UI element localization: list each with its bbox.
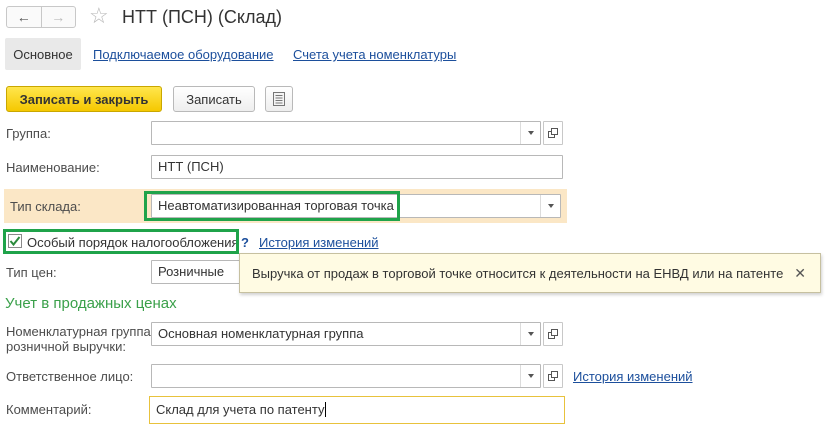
open-window-icon [548, 329, 558, 339]
navigation-buttons: ← → [6, 6, 76, 28]
chevron-down-icon [527, 131, 534, 135]
tab-main[interactable]: Основное [5, 38, 81, 70]
help-icon[interactable]: ? [241, 235, 249, 250]
annotation-frame-special-taxation [3, 229, 239, 254]
save-button[interactable]: Записать [173, 86, 255, 112]
comment-value: Склад для учета по патенту [156, 402, 325, 417]
tab-accounting-accounts[interactable]: Счета учета номенклатуры [293, 47, 456, 62]
comment-label: Комментарий: [6, 402, 92, 417]
warehouse-type-dropdown-button[interactable] [540, 195, 560, 217]
nomenclature-group-dropdown-button[interactable] [520, 323, 540, 345]
name-field[interactable]: НТТ (ПСН) [151, 155, 563, 179]
warehouse-type-label: Тип склада: [10, 199, 81, 214]
nomenclature-group-value: Основная номенклатурная группа [158, 326, 364, 341]
tooltip-text: Выручка от продаж в торговой точке относ… [252, 265, 784, 281]
name-label: Наименование: [6, 160, 100, 175]
nomenclature-group-open-button[interactable] [543, 322, 563, 346]
arrow-right-icon[interactable]: → [40, 7, 76, 27]
name-value: НТТ (ПСН) [158, 159, 224, 174]
responsible-field[interactable] [151, 364, 541, 388]
chevron-down-icon [527, 332, 534, 336]
list-icon[interactable] [265, 86, 293, 112]
star-icon[interactable]: ☆ [89, 2, 109, 30]
responsible-open-button[interactable] [543, 364, 563, 388]
comment-field[interactable]: Склад для учета по патенту [149, 396, 565, 424]
open-window-icon [548, 371, 558, 381]
price-type-value: Розничные [158, 264, 225, 279]
price-type-label: Тип цен: [6, 265, 57, 280]
price-type-field[interactable]: Розничные [151, 260, 251, 284]
tab-connected-equipment[interactable]: Подключаемое оборудование [93, 47, 274, 62]
group-dropdown-button[interactable] [520, 122, 540, 144]
section-title: Учет в продажных ценах [5, 295, 177, 312]
chevron-down-icon [547, 204, 554, 208]
responsible-dropdown-button[interactable] [520, 365, 540, 387]
text-cursor [325, 402, 327, 417]
annotation-frame-warehouse-type [144, 191, 400, 221]
open-window-icon [548, 128, 558, 138]
chevron-down-icon [527, 374, 534, 378]
nomenclature-group-label-line1: Номенклатурная группа [6, 324, 151, 339]
page-title: НТТ (ПСН) (Склад) [122, 7, 282, 27]
arrow-left-icon[interactable]: ← [7, 7, 41, 27]
group-field[interactable] [151, 121, 541, 145]
nomenclature-group-label-line2: розничной выручки: [6, 339, 126, 354]
group-label: Группа: [6, 126, 51, 141]
responsible-label: Ответственное лицо: [6, 369, 134, 384]
save-and-close-button[interactable]: Записать и закрыть [6, 86, 162, 112]
history-link-responsible[interactable]: История изменений [573, 369, 693, 384]
close-icon[interactable]: ✕ [794, 265, 806, 282]
history-link-special-taxation[interactable]: История изменений [259, 235, 379, 250]
nomenclature-group-field[interactable]: Основная номенклатурная группа [151, 322, 541, 346]
tooltip: Выручка от продаж в торговой точке относ… [239, 253, 821, 293]
group-open-button[interactable] [543, 121, 563, 145]
